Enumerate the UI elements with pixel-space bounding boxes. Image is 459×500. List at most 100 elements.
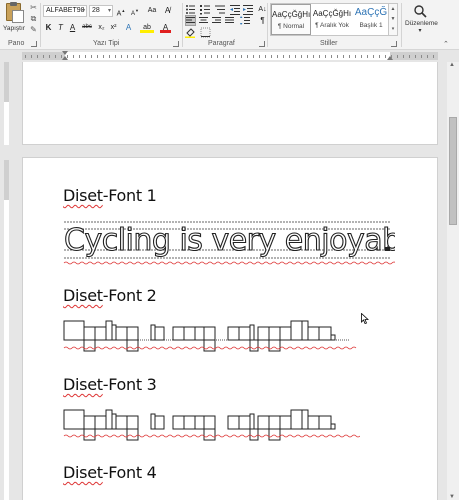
justify-icon[interactable] <box>224 15 235 26</box>
heading-diset-font-2: Diset-Font 2 <box>63 286 157 305</box>
bullets-icon[interactable] <box>185 4 196 15</box>
page-1[interactable] <box>22 62 438 145</box>
first-line-indent-marker[interactable] <box>62 51 68 55</box>
ruler-tick <box>115 55 116 58</box>
vertical-ruler[interactable] <box>2 62 11 500</box>
align-right-icon[interactable] <box>211 15 222 26</box>
ruler-tick <box>319 55 320 58</box>
styles-scroll[interactable]: ▲ ▼ ▾ <box>388 3 398 36</box>
left-indent-marker[interactable] <box>62 56 68 60</box>
ruler-tick <box>361 55 362 58</box>
ruler-tick <box>223 55 224 58</box>
ruler-tick <box>169 55 170 58</box>
grow-font-icon[interactable]: A▲ <box>114 5 128 17</box>
ruler-tick <box>397 55 398 58</box>
subscript-button[interactable]: x₂ <box>96 22 107 33</box>
ruler-tick <box>331 55 332 58</box>
numbering-icon[interactable] <box>200 4 211 15</box>
increase-indent-icon[interactable] <box>243 4 254 15</box>
ruler-tick <box>247 55 248 58</box>
styles-group-label: Stiller <box>320 40 338 47</box>
ruler-tick <box>385 55 386 58</box>
ruler-tick <box>409 55 410 58</box>
ruler-tick <box>37 55 38 58</box>
chevron-down-icon: ▾ <box>418 28 422 34</box>
font-size-combo[interactable]: 28 ▾ <box>89 5 113 17</box>
ruler-tick <box>157 55 158 58</box>
multilevel-list-icon[interactable] <box>215 4 226 15</box>
copy-icon[interactable]: ⧉ <box>29 15 38 23</box>
sample-text-font-1: Cycling is very enjoyable. <box>63 221 395 265</box>
editing-button[interactable]: Düzenleme ▾ <box>405 2 438 36</box>
ruler-tick <box>313 55 314 58</box>
change-case-button[interactable]: Aa <box>144 5 160 16</box>
editing-label: Düzenleme <box>405 20 438 27</box>
ruler-tick <box>229 55 230 58</box>
paragraph-launcher[interactable] <box>259 41 265 47</box>
ruler-tick <box>307 55 308 58</box>
format-painter-icon[interactable]: ✎ <box>29 26 38 34</box>
text-effects-button[interactable]: A <box>123 22 134 33</box>
ruler-tick <box>415 55 416 58</box>
ruler-tick <box>301 55 302 58</box>
decrease-indent-icon[interactable] <box>230 4 241 15</box>
horizontal-ruler[interactable] <box>0 50 459 62</box>
shrink-font-icon[interactable]: A▼ <box>128 5 142 17</box>
sample-text-font-2 <box>63 320 357 352</box>
ruler-tick <box>175 55 176 58</box>
font-group-label: Yazı Tipi <box>93 40 120 47</box>
superscript-button[interactable]: x² <box>108 22 119 33</box>
heading-diset-font-3: Diset-Font 3 <box>63 375 157 394</box>
ruler-tick <box>193 55 194 58</box>
highlight-button[interactable]: ab <box>140 22 154 33</box>
paste-button[interactable]: Yapıştır <box>3 2 27 37</box>
ruler-tick <box>259 55 260 58</box>
strikethrough-button[interactable]: abc <box>80 22 94 33</box>
paragraph-group-label: Paragraf <box>208 40 235 47</box>
ruler-tick <box>349 55 350 58</box>
align-left-icon[interactable] <box>185 15 196 26</box>
ruler-tick <box>283 55 284 58</box>
scroll-down-icon[interactable]: ▼ <box>449 494 455 500</box>
ruler-tick <box>271 55 272 58</box>
font-name-combo[interactable]: ALFABET98 ▾ <box>43 5 87 17</box>
style-normal[interactable]: AaÇçĞğHı ¶ Normal <box>271 4 311 35</box>
right-indent-marker[interactable] <box>387 56 393 60</box>
ruler-tick <box>325 55 326 58</box>
ruler-tick <box>181 55 182 58</box>
ruler-tick <box>211 55 212 58</box>
font-color-button[interactable]: A <box>160 22 171 33</box>
shading-icon[interactable] <box>185 27 196 38</box>
style-no-spacing[interactable]: AaÇçĞğHı ¶ Aralık Yok <box>312 4 352 35</box>
sample-text-font-3 <box>63 409 360 441</box>
ruler-tick <box>265 55 266 58</box>
borders-icon[interactable] <box>200 27 211 38</box>
align-center-icon[interactable] <box>198 15 209 26</box>
ruler-tick <box>337 55 338 58</box>
underline-button[interactable]: A <box>67 22 78 33</box>
ruler-tick <box>427 55 428 58</box>
collapse-ribbon-icon[interactable]: ⌃ <box>443 40 449 48</box>
scroll-thumb[interactable] <box>449 117 457 225</box>
line-spacing-icon[interactable] <box>240 15 251 26</box>
styles-launcher[interactable] <box>391 41 397 47</box>
cut-icon[interactable]: ✂ <box>29 4 38 12</box>
ruler-tick <box>85 55 86 58</box>
ruler-tick <box>79 55 80 58</box>
italic-button[interactable]: T <box>55 22 66 33</box>
ruler-tick <box>217 55 218 58</box>
font-launcher[interactable] <box>173 41 179 47</box>
scroll-up-icon[interactable]: ▲ <box>449 62 455 68</box>
style-heading-1[interactable]: AaÇçĞ Başlık 1 <box>353 4 389 35</box>
clear-format-icon[interactable]: A̸ <box>162 5 173 16</box>
vertical-scrollbar[interactable]: ▲ ▼ <box>447 62 459 500</box>
bold-button[interactable]: K <box>43 22 54 33</box>
search-icon <box>414 5 427 18</box>
ruler-tick <box>277 55 278 58</box>
ruler-tick <box>373 55 374 58</box>
clipboard-launcher[interactable] <box>31 41 37 47</box>
ruler-tick <box>133 55 134 58</box>
ruler-tick <box>151 55 152 58</box>
ruler-tick <box>121 55 122 58</box>
ruler-tick <box>55 55 56 58</box>
